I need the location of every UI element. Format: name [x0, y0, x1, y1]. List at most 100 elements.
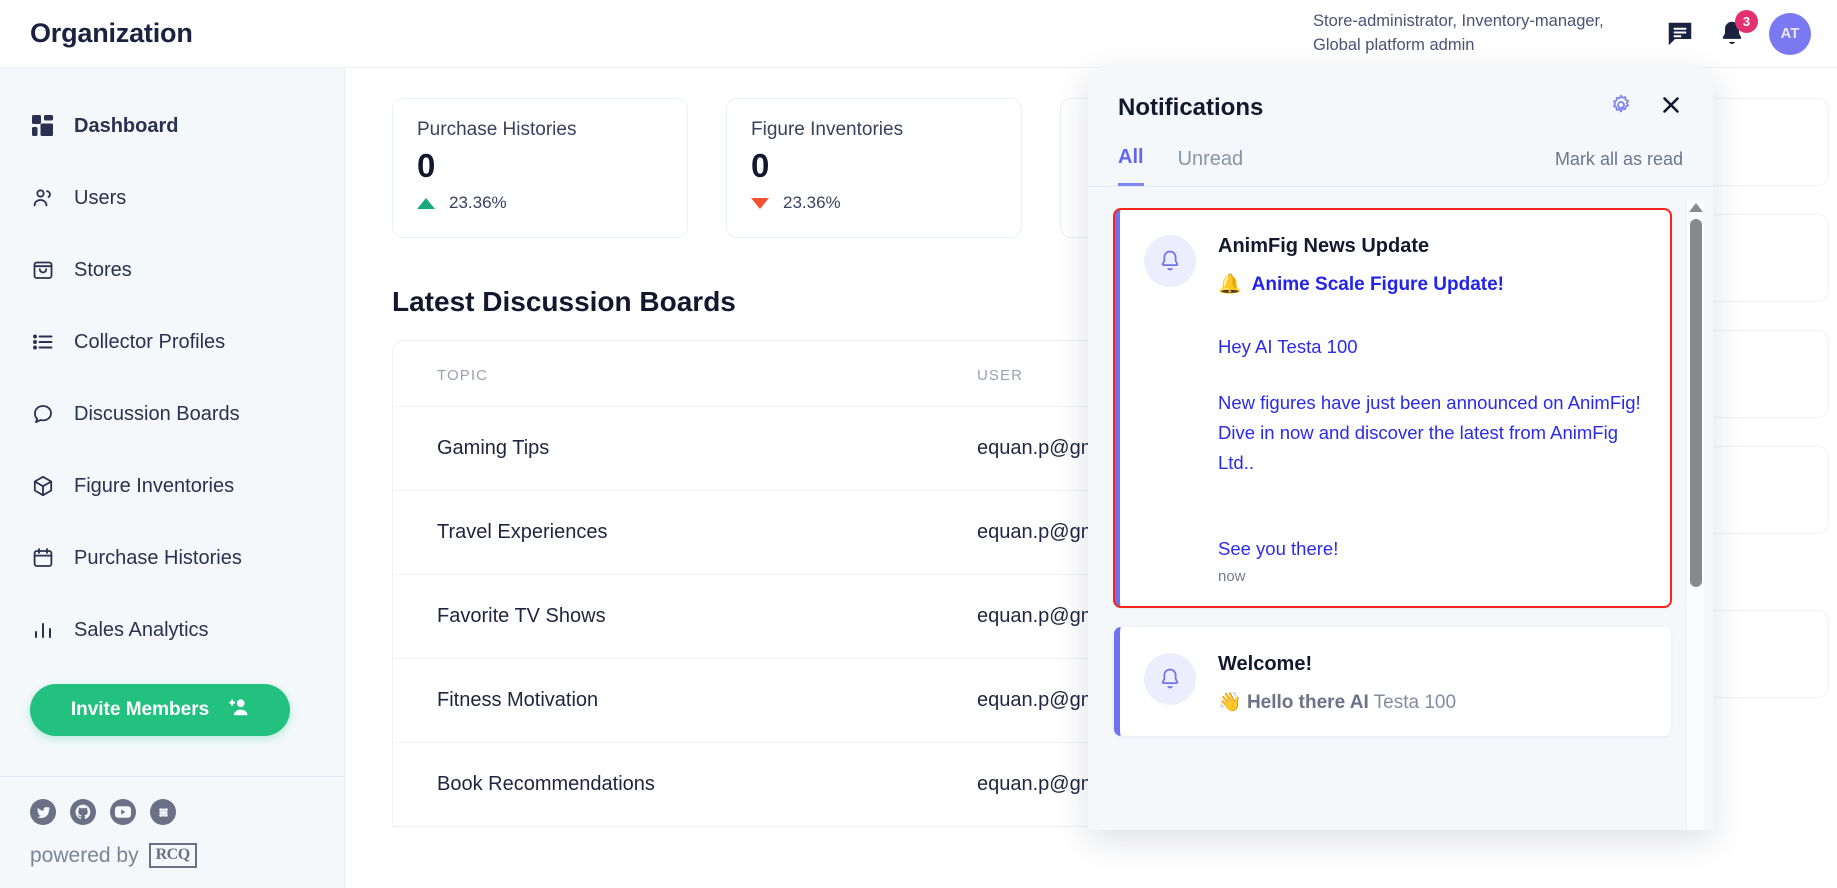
user-roles-label: Store-administrator, Inventory-manager, …: [1313, 11, 1604, 54]
github-icon[interactable]: [70, 799, 96, 825]
top-bar-right: Store-administrator, Inventory-manager, …: [1313, 9, 1837, 58]
notification-body: AnimFig News Update 🔔 Anime Scale Figure …: [1218, 235, 1645, 585]
hidden-card[interactable]: [1705, 610, 1829, 698]
users-icon: [30, 185, 56, 211]
tab-unread[interactable]: Unread: [1178, 148, 1244, 185]
stat-title: Purchase Histories: [417, 119, 577, 140]
sidebar-item-collector-profiles[interactable]: Collector Profiles: [0, 306, 344, 378]
sidebar-nav: Dashboard Users Stores Collector Profile…: [0, 68, 344, 666]
bell-icon: [1144, 652, 1196, 705]
stat-delta-label: 23.36%: [449, 193, 507, 213]
youtube-icon[interactable]: [110, 799, 136, 825]
cell-topic: Favorite TV Shows: [437, 605, 606, 627]
hidden-card[interactable]: [1705, 330, 1829, 418]
notification-subtitle-text: Anime Scale Figure Update!: [1251, 274, 1505, 295]
cube-icon: [30, 473, 56, 499]
notification-item[interactable]: Welcome! 👋 Hello there AI Testa 100: [1114, 626, 1671, 736]
notifications-list: AnimFig News Update 🔔 Anime Scale Figure …: [1088, 187, 1713, 830]
sidebar-item-stores[interactable]: Stores: [0, 234, 344, 306]
sidebar: Dashboard Users Stores Collector Profile…: [0, 68, 345, 888]
hidden-card[interactable]: [1705, 98, 1829, 186]
notification-hello-rest: Testa 100: [1368, 691, 1457, 713]
chat-bubble-icon: [30, 401, 56, 427]
notification-closing: See you there!: [1218, 537, 1339, 559]
cell-topic: Fitness Motivation: [437, 689, 599, 711]
cell-topic: Travel Experiences: [437, 521, 608, 543]
stat-title: Figure Inventories: [751, 119, 904, 140]
invite-members-label: Invite Members: [70, 699, 210, 720]
slack-icon[interactable]: [150, 799, 176, 825]
cell-topic: Gaming Tips: [437, 437, 550, 459]
scrollbar-thumb[interactable]: [1690, 219, 1702, 587]
notification-count-badge: 3: [1735, 9, 1758, 33]
grid-icon: [30, 113, 56, 139]
stat-delta: 23.36%: [417, 193, 663, 213]
notifications-header: Notifications: [1088, 67, 1713, 122]
notifications-scrollbar[interactable]: [1686, 201, 1704, 830]
top-bar: Organization Store-administrator, Invent…: [0, 0, 1837, 68]
social-links: [30, 799, 314, 825]
sidebar-item-label: Sales Analytics: [74, 618, 209, 641]
sidebar-item-label: Dashboard: [74, 114, 179, 137]
notification-subtitle: 👋 Hello there AI Testa 100: [1218, 690, 1645, 714]
notification-title: Welcome!: [1218, 652, 1313, 675]
invite-section: Invite Members: [0, 666, 344, 762]
bell-icon: [1144, 235, 1196, 287]
wave-emoji-icon: 👋: [1218, 691, 1242, 713]
right-hidden-cards: [1705, 98, 1837, 726]
twitter-icon[interactable]: [30, 799, 56, 825]
notification-message: New figures have just been announced on …: [1218, 391, 1641, 473]
stat-delta: 23.36%: [751, 193, 997, 213]
sidebar-item-dashboard[interactable]: Dashboard: [0, 90, 344, 162]
powered-by: powered by RCQ: [30, 843, 314, 868]
sidebar-item-label: Figure Inventories: [74, 474, 235, 497]
notification-subtitle: 🔔 Anime Scale Figure Update!: [1218, 272, 1645, 296]
message-icon[interactable]: [1665, 19, 1695, 49]
gear-icon[interactable]: [1609, 93, 1633, 122]
cell-topic: Book Recommendations: [437, 773, 655, 795]
column-header-topic: TOPIC: [437, 367, 489, 384]
powered-by-label: powered by: [30, 843, 139, 867]
stat-delta-label: 23.36%: [783, 193, 841, 213]
sidebar-footer: powered by RCQ: [0, 776, 344, 888]
stat-value: 0: [417, 147, 436, 184]
sidebar-item-label: Collector Profiles: [74, 330, 226, 353]
sidebar-item-label: Purchase Histories: [74, 546, 242, 569]
stat-card-purchase-histories[interactable]: Purchase Histories 0 23.36%: [392, 98, 688, 238]
invite-members-button[interactable]: Invite Members: [30, 684, 290, 736]
sidebar-item-figure-inventories[interactable]: Figure Inventories: [0, 450, 344, 522]
bell-emoji-icon: 🔔: [1218, 274, 1242, 295]
add-person-icon: [225, 696, 249, 724]
notifications-title: Notifications: [1118, 93, 1264, 121]
rcq-logo: RCQ: [148, 843, 197, 868]
mark-all-as-read-button[interactable]: Mark all as read: [1555, 149, 1683, 184]
notification-title: AnimFig News Update: [1218, 235, 1430, 257]
trend-down-icon: [751, 197, 769, 209]
hidden-card[interactable]: [1705, 214, 1829, 302]
notification-item[interactable]: AnimFig News Update 🔔 Anime Scale Figure …: [1113, 208, 1672, 608]
trend-up-icon: [417, 197, 435, 209]
sidebar-item-label: Users: [74, 186, 127, 209]
bar-chart-icon: [30, 617, 56, 643]
sidebar-item-users[interactable]: Users: [0, 162, 344, 234]
bell-icon[interactable]: 3: [1717, 9, 1758, 49]
hidden-card[interactable]: [1705, 446, 1829, 534]
notifications-header-actions: [1609, 93, 1683, 122]
calendar-icon: [30, 545, 56, 571]
scroll-up-arrow-icon[interactable]: [1689, 203, 1703, 212]
notification-timestamp: now: [1218, 567, 1246, 585]
notifications-panel: Notifications All Unread Mark all as rea…: [1088, 67, 1713, 830]
sidebar-item-sales-analytics[interactable]: Sales Analytics: [0, 594, 344, 666]
notification-hello-bold: Hello there AI: [1246, 691, 1369, 713]
notification-body: Welcome! 👋 Hello there AI Testa 100: [1218, 653, 1645, 714]
sidebar-item-purchase-histories[interactable]: Purchase Histories: [0, 522, 344, 594]
sidebar-item-discussion-boards[interactable]: Discussion Boards: [0, 378, 344, 450]
list-icon: [30, 329, 56, 355]
stat-value: 0: [751, 147, 770, 184]
sidebar-item-label: Stores: [74, 258, 132, 281]
close-icon[interactable]: [1659, 93, 1683, 122]
stat-card-figure-inventories[interactable]: Figure Inventories 0 23.36%: [726, 98, 1022, 238]
avatar[interactable]: AT: [1769, 12, 1811, 55]
tab-all[interactable]: All: [1118, 146, 1144, 186]
page-title: Organization: [30, 18, 193, 48]
